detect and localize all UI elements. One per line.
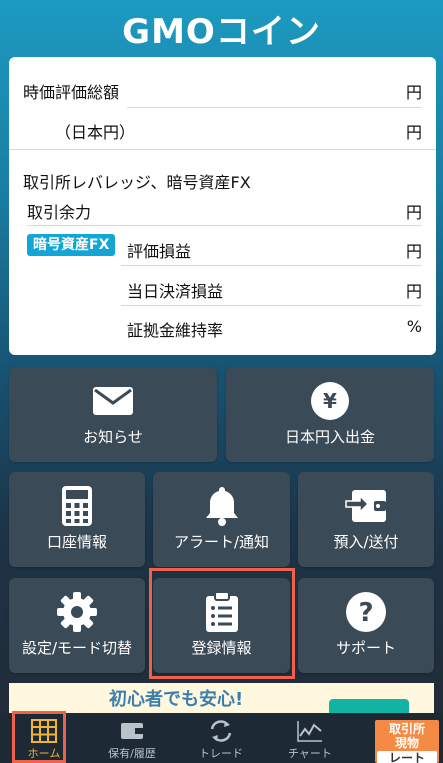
jpy-unit: 円: [405, 123, 422, 142]
bottom-tab-bar: ホーム 保有/履歴 トレード チャート 取引所 現物 レート: [0, 711, 443, 763]
margin-available-label: 取引余力: [27, 203, 92, 222]
margin-ratio-unit: %: [406, 317, 422, 336]
gear-icon: [56, 590, 98, 634]
calculator-icon: [61, 484, 93, 528]
support-label: サポート: [335, 639, 396, 657]
divider: [9, 149, 436, 150]
gmo-coin-logo: GMOコイン: [122, 11, 321, 52]
envelope-icon: [92, 379, 134, 423]
tab-chart[interactable]: チャート: [266, 713, 354, 763]
divider: [121, 265, 422, 266]
divider: [121, 305, 422, 306]
divider: [127, 107, 422, 108]
question-icon: ?: [345, 590, 387, 634]
alert-tile[interactable]: アラート/通知: [153, 472, 290, 567]
promo-banner[interactable]: 初心者でも安心!: [9, 683, 434, 713]
margin-available-unit: 円: [405, 203, 422, 222]
app-header: GMOコイン: [0, 0, 443, 56]
transfer-tile[interactable]: 預入/送付: [298, 472, 434, 567]
account-info-label: 口座情報: [46, 533, 107, 551]
tab-holdings[interactable]: 保有/履歴: [88, 713, 176, 763]
jpy-label: （日本円）: [55, 123, 136, 142]
bell-icon: [204, 484, 240, 528]
asset-summary-card: 時価評価総額 円 （日本円） 円 取引所レバレッジ、暗号資産FX 取引余力 円 …: [9, 57, 436, 355]
wallet-transfer-icon: [344, 484, 388, 528]
notice-label: お知らせ: [83, 428, 143, 446]
daily-settlement-pl-label: 当日決済損益: [127, 282, 224, 301]
notice-tile[interactable]: お知らせ: [9, 367, 217, 462]
unrealized-pl-unit: 円: [405, 242, 422, 261]
valuation-total-unit: 円: [405, 83, 422, 102]
valuation-total-label: 時価評価総額: [23, 83, 120, 102]
svg-text:¥: ¥: [323, 389, 337, 413]
margin-ratio-label: 証拠金維持率: [127, 321, 224, 340]
exchange-arrows-icon: [208, 719, 234, 743]
settings-tile[interactable]: 設定/モード切替: [9, 578, 145, 673]
transfer-label: 預入/送付: [333, 533, 399, 551]
tab-trade[interactable]: トレード: [177, 713, 265, 763]
support-tile[interactable]: ? サポート: [298, 578, 434, 673]
registration-highlight-frame: [149, 568, 295, 679]
rate-tab-line1: 取引所: [388, 722, 425, 736]
account-info-tile[interactable]: 口座情報: [9, 472, 145, 567]
settings-label: 設定/モード切替: [21, 639, 133, 657]
tab-holdings-label: 保有/履歴: [108, 747, 156, 760]
fx-badge: 暗号資産FX: [27, 234, 116, 256]
wallet-icon: [120, 719, 144, 743]
banner-button: [329, 699, 409, 713]
exchange-section-label: 取引所レバレッジ、暗号資産FX: [23, 173, 251, 192]
tab-trade-label: トレード: [199, 747, 243, 760]
tab-chart-label: チャート: [288, 747, 332, 760]
rate-tab-line3: レート: [377, 751, 437, 763]
yen-coin-icon: ¥: [310, 379, 350, 423]
banner-text: 初心者でも安心!: [109, 689, 244, 710]
home-highlight-frame: [12, 711, 66, 763]
daily-settlement-pl-unit: 円: [405, 282, 422, 301]
rate-tab-line2: 現物: [394, 736, 419, 750]
unrealized-pl-label: 評価損益: [127, 242, 192, 261]
divider: [27, 225, 422, 226]
alert-label: アラート/通知: [173, 533, 270, 551]
tab-spot-rate[interactable]: 取引所 現物 レート: [375, 720, 439, 763]
jpy-deposit-label: 日本円入出金: [284, 428, 375, 446]
svg-text:?: ?: [358, 598, 373, 628]
jpy-deposit-tile[interactable]: ¥ 日本円入出金: [226, 367, 434, 462]
chart-line-icon: [297, 719, 323, 743]
